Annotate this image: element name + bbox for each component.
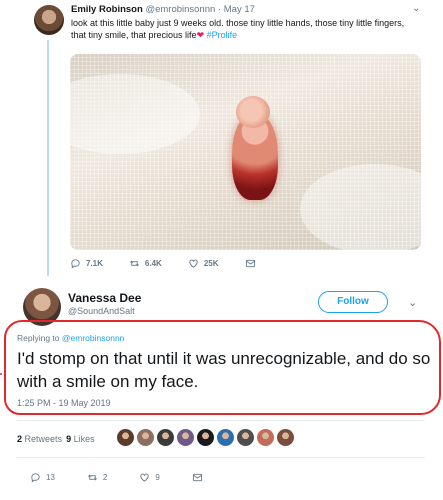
parent-like-count: 25K xyxy=(203,259,219,268)
parent-message-button[interactable] xyxy=(245,258,256,269)
retweets-stat[interactable]: 2 Retweets xyxy=(17,434,62,444)
main-tweet-text: I'd stomp on that until it was unrecogni… xyxy=(17,349,431,391)
main-author-handle[interactable]: @SoundAndSalt xyxy=(68,306,135,316)
reply-icon xyxy=(31,473,40,483)
parent-tweet-header: Emily Robinson @emrobinsonnn · May 17 xyxy=(71,4,255,15)
thread-connector-line xyxy=(47,40,49,276)
liker-avatar[interactable] xyxy=(237,429,254,446)
main-reply-count: 13 xyxy=(46,473,55,482)
main-like-button[interactable]: 9 xyxy=(139,472,160,483)
parent-tweet-date[interactable]: · May 17 xyxy=(218,4,255,15)
message-icon xyxy=(192,473,202,482)
replying-to-label: Replying to xyxy=(17,333,60,343)
parent-chevron-down-icon[interactable]: ⌄ xyxy=(412,3,420,14)
main-chevron-down-icon[interactable]: ⌄ xyxy=(408,296,417,309)
likes-stat[interactable]: 9 Likes xyxy=(66,434,95,444)
reply-icon xyxy=(71,259,80,269)
main-message-button[interactable] xyxy=(192,472,203,483)
hashtag-link[interactable]: #Prolife xyxy=(207,30,238,40)
main-like-count: 9 xyxy=(155,473,160,482)
replying-to-line: Replying to @emrobinsonnn xyxy=(17,333,124,343)
liker-avatar[interactable] xyxy=(177,429,194,446)
parent-tweet-body: look at this little baby just 9 weeks ol… xyxy=(71,18,405,40)
embryo-head xyxy=(236,96,270,128)
retweet-icon xyxy=(129,260,139,267)
parent-author-name[interactable]: Emily Robinson xyxy=(71,4,143,15)
divider xyxy=(17,420,425,421)
main-reply-button[interactable]: 13 xyxy=(30,472,55,483)
parent-avatar[interactable] xyxy=(34,5,64,35)
parent-tweet-text: look at this little baby just 9 weeks ol… xyxy=(71,17,421,41)
like-icon xyxy=(189,259,198,268)
liker-avatar[interactable] xyxy=(137,429,154,446)
replying-to-handle[interactable]: @emrobinsonnn xyxy=(62,333,125,343)
main-author-name[interactable]: Vanessa Dee xyxy=(68,291,141,305)
liker-avatar[interactable] xyxy=(217,429,234,446)
liker-avatar[interactable] xyxy=(197,429,214,446)
main-action-bar: 13 2 9 xyxy=(30,472,235,483)
main-retweet-count: 2 xyxy=(102,473,108,482)
follow-button[interactable]: Follow xyxy=(318,291,388,313)
liker-avatar[interactable] xyxy=(157,429,174,446)
annotation-dot xyxy=(0,373,2,375)
retweets-stat-label: Retweets xyxy=(24,434,63,444)
engagement-stats: 2 Retweets 9 Likes xyxy=(17,434,95,444)
parent-reply-count: 7.1K xyxy=(86,259,103,268)
like-icon xyxy=(140,473,149,482)
liker-avatar[interactable] xyxy=(257,429,274,446)
retweets-stat-count: 2 xyxy=(17,434,23,444)
heart-emoji-icon: ❤ xyxy=(196,30,205,40)
parent-reply-button[interactable]: 7.1K xyxy=(70,258,103,269)
parent-author-handle[interactable]: @emrobinsonnn xyxy=(145,4,215,15)
parent-action-bar: 7.1K 6.4K 25K xyxy=(70,258,282,269)
parent-tweet-image[interactable] xyxy=(70,54,421,250)
likes-stat-count: 9 xyxy=(66,434,72,444)
message-icon xyxy=(245,259,255,268)
main-tweet-timestamp[interactable]: 1:25 PM - 19 May 2019 xyxy=(17,398,111,408)
parent-retweet-button[interactable]: 6.4K xyxy=(129,258,162,269)
main-retweet-button[interactable]: 2 xyxy=(87,472,107,483)
parent-retweet-count: 6.4K xyxy=(144,259,162,268)
parent-like-button[interactable]: 25K xyxy=(188,258,219,269)
liker-avatar[interactable] xyxy=(277,429,294,446)
retweet-icon xyxy=(87,474,97,481)
likes-stat-label: Likes xyxy=(73,434,95,444)
divider xyxy=(17,457,425,458)
liker-avatar[interactable] xyxy=(117,429,134,446)
liker-avatars xyxy=(117,429,294,446)
